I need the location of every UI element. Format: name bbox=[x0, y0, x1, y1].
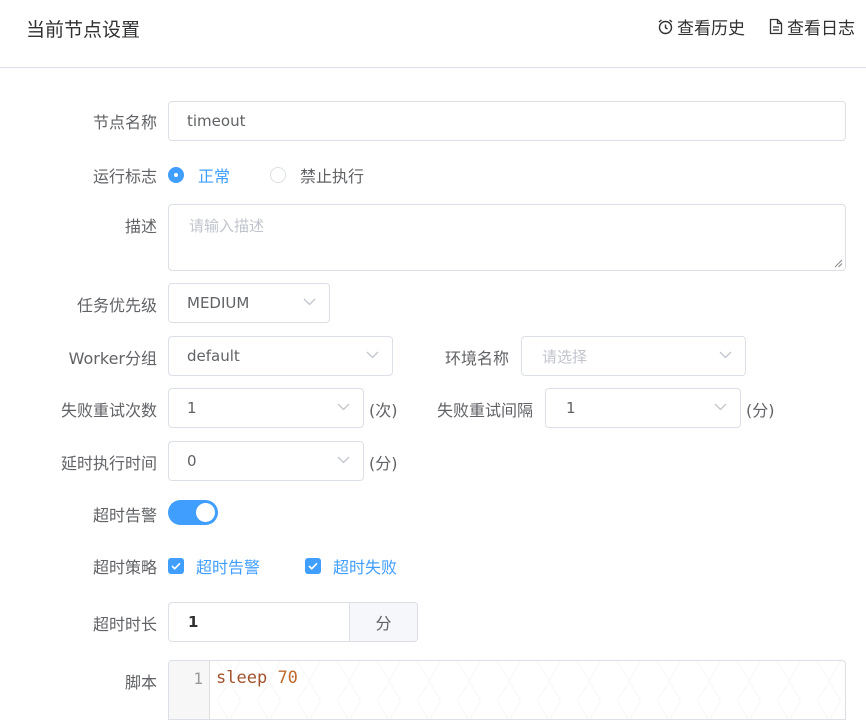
editor-gutter: 1 bbox=[169, 661, 210, 719]
description-textarea[interactable]: 请输入描述 bbox=[168, 204, 846, 271]
run-flag-label: 运行标志 bbox=[92, 167, 157, 186]
timeout-alarm-label: 超时告警 bbox=[92, 506, 157, 525]
retry-interval-unit: (分) bbox=[746, 401, 775, 420]
chevron-down-icon bbox=[337, 403, 350, 411]
description-label: 描述 bbox=[124, 217, 157, 236]
checkmark-icon bbox=[305, 558, 321, 574]
run-flag-forbidden-radio[interactable]: 禁止执行 bbox=[270, 163, 364, 187]
run-flag-normal-radio[interactable]: 正常 bbox=[168, 163, 230, 187]
timeout-strategy-alarm-checkbox[interactable]: 超时告警 bbox=[168, 554, 260, 578]
description-placeholder: 请输入描述 bbox=[189, 217, 265, 235]
worker-group-value: default bbox=[187, 347, 240, 365]
environment-placeholder: 请选择 bbox=[542, 347, 588, 366]
timeout-strategy-alarm-label: 超时告警 bbox=[196, 558, 261, 577]
timeout-duration-unit: 分 bbox=[349, 602, 418, 642]
delay-time-select[interactable]: 0 bbox=[168, 441, 364, 481]
node-name-input[interactable]: timeout bbox=[168, 101, 846, 141]
page-header: 当前节点设置 查看历史 查看日志 bbox=[0, 0, 866, 68]
retry-times-label: 失败重试次数 bbox=[60, 401, 157, 420]
page-title: 当前节点设置 bbox=[26, 19, 141, 41]
code-line: sleep 70 bbox=[216, 668, 298, 688]
timeout-duration-input[interactable]: 1 bbox=[168, 602, 350, 642]
node-name-label: 节点名称 bbox=[92, 113, 157, 132]
priority-label: 任务优先级 bbox=[76, 296, 157, 315]
environment-select[interactable]: 请选择 bbox=[521, 336, 746, 376]
retry-interval-value: 1 bbox=[566, 399, 576, 417]
worker-group-label: Worker分组 bbox=[68, 349, 157, 368]
environment-label: 环境名称 bbox=[444, 349, 509, 368]
checkmark-icon bbox=[168, 558, 184, 574]
timeout-duration-value: 1 bbox=[188, 613, 199, 631]
code-keyword: sleep bbox=[216, 668, 268, 688]
priority-value: MEDIUM bbox=[187, 294, 250, 312]
delay-time-label: 延时执行时间 bbox=[60, 454, 157, 473]
retry-interval-label: 失败重试间隔 bbox=[436, 401, 533, 420]
view-log-link[interactable]: 查看日志 bbox=[768, 14, 855, 39]
timeout-strategy-label: 超时策略 bbox=[92, 558, 157, 577]
run-flag-normal-label: 正常 bbox=[198, 167, 231, 186]
node-name-value: timeout bbox=[187, 112, 246, 130]
script-editor[interactable]: 1 sleep 70 bbox=[168, 660, 846, 720]
timeout-duration-unit-label: 分 bbox=[375, 614, 392, 633]
document-icon bbox=[769, 18, 783, 35]
timeout-strategy-fail-label: 超时失败 bbox=[333, 558, 398, 577]
timeout-strategy-fail-checkbox[interactable]: 超时失败 bbox=[305, 554, 397, 578]
radio-checked-icon bbox=[168, 167, 184, 183]
switch-knob bbox=[196, 503, 215, 522]
retry-times-select[interactable]: 1 bbox=[168, 388, 364, 428]
script-label: 脚本 bbox=[124, 673, 157, 692]
chevron-down-icon bbox=[337, 456, 350, 464]
run-flag-forbidden-label: 禁止执行 bbox=[300, 167, 365, 186]
chevron-down-icon bbox=[719, 351, 732, 359]
alarm-clock-icon bbox=[658, 19, 673, 35]
timeout-alarm-switch[interactable] bbox=[168, 500, 218, 525]
chevron-down-icon bbox=[714, 403, 727, 411]
delay-time-value: 0 bbox=[187, 452, 197, 470]
view-history-label: 查看历史 bbox=[677, 19, 745, 39]
timeout-duration-label: 超时时长 bbox=[92, 615, 157, 634]
line-number: 1 bbox=[193, 669, 203, 688]
resize-handle-icon bbox=[834, 259, 843, 268]
view-history-link[interactable]: 查看历史 bbox=[657, 14, 745, 39]
priority-select[interactable]: MEDIUM bbox=[168, 283, 330, 323]
delay-time-unit: (分) bbox=[369, 454, 398, 473]
view-log-label: 查看日志 bbox=[787, 19, 855, 39]
chevron-down-icon bbox=[303, 298, 316, 306]
retry-interval-select[interactable]: 1 bbox=[545, 388, 741, 428]
retry-times-value: 1 bbox=[187, 399, 197, 417]
radio-unchecked-icon bbox=[270, 167, 286, 183]
code-argument: 70 bbox=[277, 668, 298, 688]
